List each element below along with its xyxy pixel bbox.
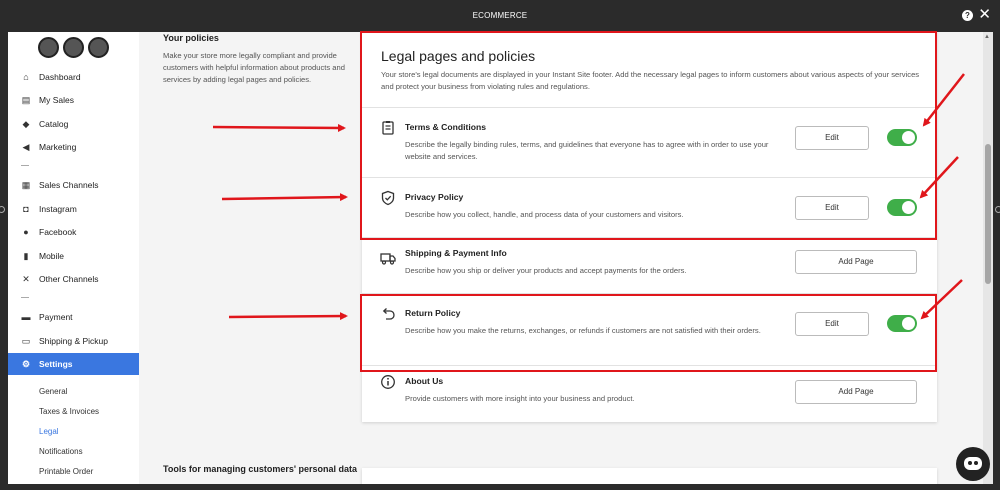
nav-divider — [21, 297, 29, 298]
policy-title: Shipping & Payment Info — [405, 248, 507, 258]
nav-divider — [21, 165, 29, 166]
policy-row-about: About Us Provide customers with more ins… — [362, 365, 937, 423]
sidebar: ⌂ Dashboard ▤ My Sales ◆ Catalog ◀ Marketing… — [8, 32, 139, 484]
tools-heading: Tools for managing customers' personal d… — [163, 464, 358, 474]
help-icon[interactable]: ? — [962, 10, 973, 21]
mobile-icon: ▮ — [23, 251, 29, 261]
title-bar: ECOMMERCE ? ✕ — [0, 0, 1000, 32]
policy-description: Provide customers with more insight into… — [405, 394, 635, 403]
sidebar-subitem-general[interactable]: General — [39, 387, 67, 396]
info-icon — [381, 375, 395, 389]
truck-icon: ▭ — [21, 336, 31, 346]
policies-heading: Your policies — [163, 33, 219, 43]
policy-title: About Us — [405, 376, 444, 386]
close-icon[interactable]: ✕ — [978, 6, 991, 24]
home-icon: ⌂ — [23, 72, 29, 82]
sidebar-item-mobile[interactable]: ▮ Mobile — [8, 245, 139, 267]
scrollbar[interactable]: ▲ — [983, 32, 993, 484]
policy-row-shipping: Shipping & Payment Info Describe how you… — [362, 237, 937, 294]
tools-card — [362, 468, 937, 484]
sidebar-subitem-printable-order[interactable]: Printable Order — [39, 467, 93, 476]
sidebar-subitem-taxes-invoices[interactable]: Taxes & Invoices — [39, 407, 99, 416]
instagram-icon: ◘ — [23, 204, 29, 214]
policy-description: Describe how you ship or deliver your pr… — [405, 266, 687, 275]
sidebar-item-settings[interactable]: ⚙ Settings — [8, 353, 139, 375]
scroll-up-icon[interactable]: ▲ — [984, 34, 990, 40]
sales-icon: ▤ — [21, 95, 31, 105]
sidebar-item-shipping-pickup[interactable]: ▭ Shipping & Pickup — [8, 330, 139, 352]
add-shipping-page-button[interactable]: Add Page — [795, 250, 917, 274]
gear-icon: ⚙ — [21, 359, 31, 369]
sidebar-item-catalog[interactable]: ◆ Catalog — [8, 113, 139, 135]
annotation-box-legal-policies — [360, 31, 937, 240]
payment-icon: ▬ — [21, 312, 31, 322]
sidebar-item-sales-channels[interactable]: ▦ Sales Channels — [8, 174, 139, 196]
sidebar-item-marketing[interactable]: ◀ Marketing — [8, 136, 139, 158]
robot-icon — [964, 457, 982, 470]
right-edge-handle — [995, 206, 1000, 213]
left-edge-handle — [0, 206, 5, 213]
facebook-icon: ● — [23, 227, 29, 237]
channels-icon: ▦ — [21, 180, 31, 190]
policies-description: Make your store more legally compliant a… — [163, 51, 345, 84]
sidebar-item-instagram[interactable]: ◘ Instagram — [8, 198, 139, 220]
chat-assistant-button[interactable] — [956, 447, 990, 481]
window-title: ECOMMERCE — [472, 11, 528, 20]
sidebar-item-payment[interactable]: ▬ Payment — [8, 306, 139, 328]
tag-icon: ◆ — [22, 119, 30, 129]
truck-icon — [380, 253, 396, 265]
other-channels-icon: ✕ — [22, 274, 30, 284]
annotation-box-return-policy — [360, 294, 937, 372]
sidebar-item-dashboard[interactable]: ⌂ Dashboard — [8, 66, 139, 88]
sidebar-item-facebook[interactable]: ● Facebook — [8, 221, 139, 243]
scrollbar-thumb[interactable] — [985, 144, 991, 284]
sidebar-subitem-notifications[interactable]: Notifications — [39, 447, 83, 456]
logo — [38, 37, 109, 58]
add-about-page-button[interactable]: Add Page — [795, 380, 917, 404]
sidebar-item-other-channels[interactable]: ✕ Other Channels — [8, 268, 139, 290]
sidebar-subitem-legal[interactable]: Legal — [39, 427, 59, 436]
megaphone-icon: ◀ — [22, 142, 30, 152]
sidebar-item-my-sales[interactable]: ▤ My Sales — [8, 89, 139, 111]
